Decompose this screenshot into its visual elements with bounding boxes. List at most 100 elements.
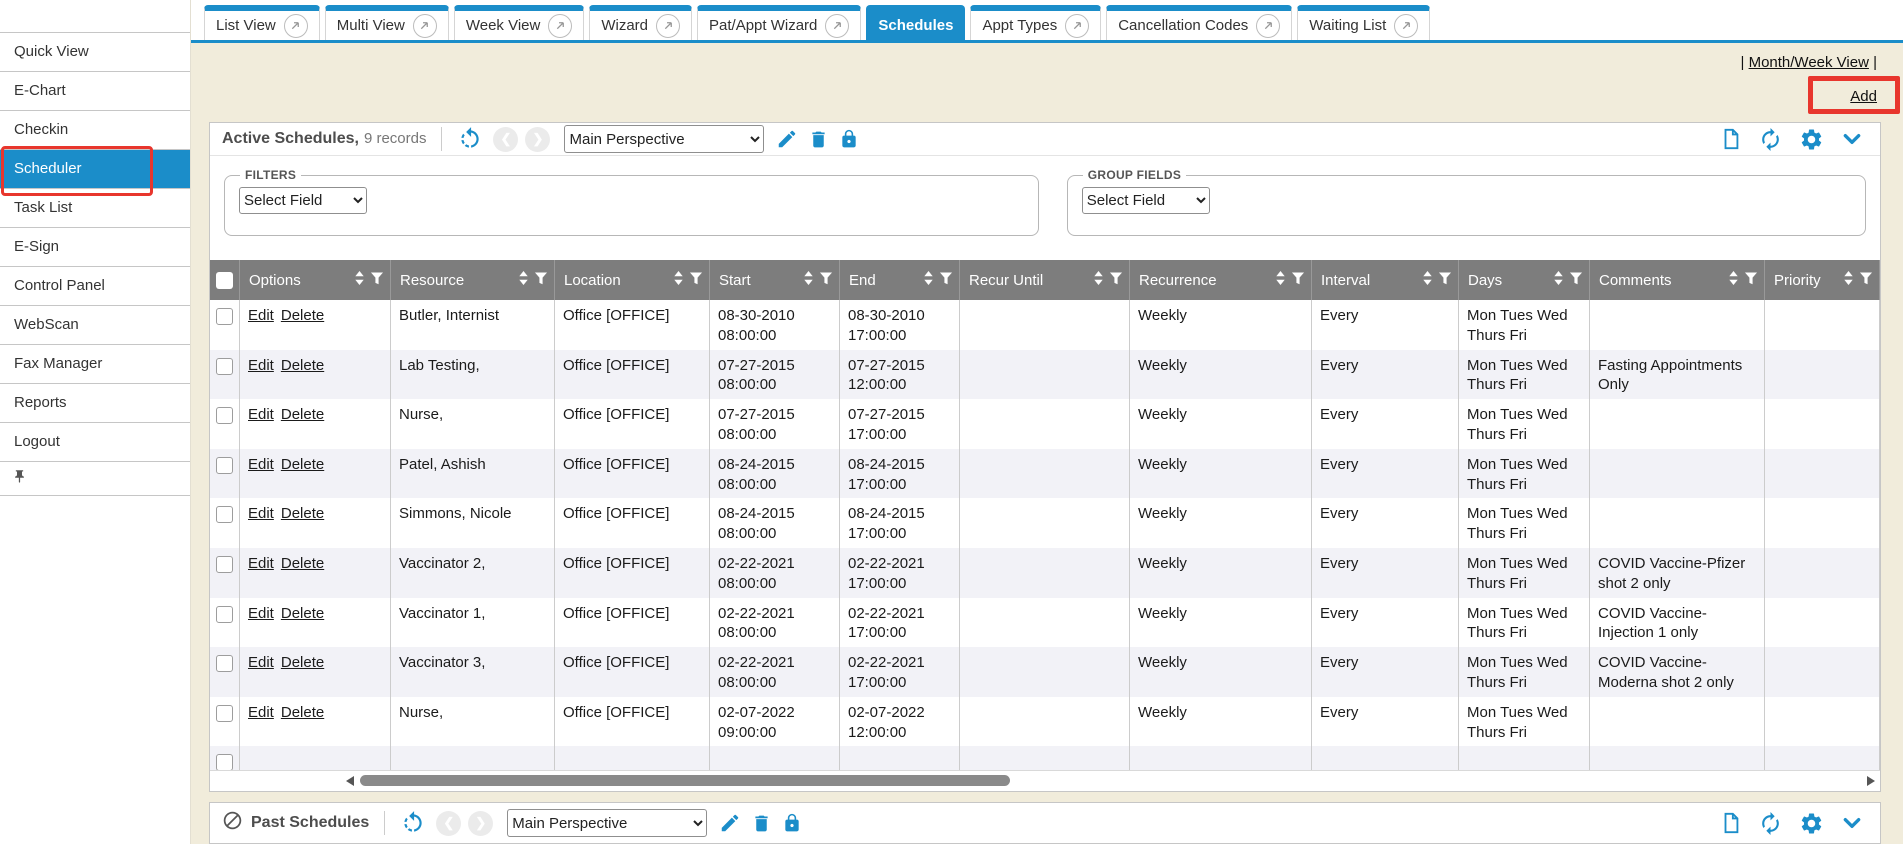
- filter-icon[interactable]: [1438, 272, 1452, 289]
- sidebar-pin-row[interactable]: [0, 462, 190, 496]
- undo-icon[interactable]: [457, 126, 483, 152]
- delete-link[interactable]: Delete: [281, 654, 324, 671]
- popout-icon[interactable]: [1256, 14, 1280, 38]
- sidebar-item-e-sign[interactable]: E-Sign: [0, 228, 190, 267]
- header-cell-days[interactable]: Days: [1459, 260, 1590, 300]
- edit-link[interactable]: Edit: [248, 505, 274, 522]
- edit-pencil-icon[interactable]: [776, 128, 798, 150]
- popout-icon[interactable]: [284, 14, 308, 38]
- row-checkbox[interactable]: [216, 606, 233, 623]
- filter-icon[interactable]: [1744, 272, 1758, 289]
- edit-link[interactable]: Edit: [248, 654, 274, 671]
- scroll-left-arrow-icon[interactable]: [346, 776, 354, 786]
- sort-icon[interactable]: [1422, 271, 1433, 289]
- popout-icon[interactable]: [1394, 14, 1418, 38]
- sidebar-item-e-chart[interactable]: E-Chart: [0, 72, 190, 111]
- header-cell-recurrence[interactable]: Recurrence: [1130, 260, 1312, 300]
- new-page-icon[interactable]: [1720, 811, 1742, 835]
- popout-icon[interactable]: [825, 14, 849, 38]
- header-cell-location[interactable]: Location: [555, 260, 710, 300]
- delete-link[interactable]: Delete: [281, 555, 324, 572]
- filter-icon[interactable]: [1859, 272, 1873, 289]
- sort-icon[interactable]: [518, 271, 529, 289]
- filter-icon[interactable]: [819, 272, 833, 289]
- tab-wizard[interactable]: Wizard: [589, 5, 692, 40]
- sort-icon[interactable]: [673, 271, 684, 289]
- sort-icon[interactable]: [803, 271, 814, 289]
- delete-trash-icon[interactable]: [808, 129, 829, 150]
- row-checkbox[interactable]: [216, 308, 233, 325]
- delete-link[interactable]: Delete: [281, 307, 324, 324]
- edit-link[interactable]: Edit: [248, 555, 274, 572]
- edit-link[interactable]: Edit: [248, 307, 274, 324]
- push-pin-icon[interactable]: [12, 469, 27, 489]
- sort-icon[interactable]: [1275, 271, 1286, 289]
- tab-appt-types[interactable]: Appt Types: [970, 5, 1101, 40]
- delete-link[interactable]: Delete: [281, 357, 324, 374]
- sidebar-item-scheduler[interactable]: Scheduler: [0, 150, 190, 189]
- tab-list-view[interactable]: List View: [204, 5, 320, 40]
- filter-icon[interactable]: [1569, 272, 1583, 289]
- sort-icon[interactable]: [923, 271, 934, 289]
- sort-icon[interactable]: [354, 271, 365, 289]
- collapse-chevron-icon[interactable]: [1840, 129, 1864, 149]
- filter-icon[interactable]: [370, 272, 384, 289]
- delete-link[interactable]: Delete: [281, 406, 324, 423]
- row-checkbox[interactable]: [216, 556, 233, 573]
- popout-icon[interactable]: [413, 14, 437, 38]
- filters-field-select[interactable]: Select Field: [239, 187, 367, 214]
- filter-icon[interactable]: [939, 272, 953, 289]
- refresh-icon[interactable]: [1758, 127, 1783, 152]
- header-cell-resource[interactable]: Resource: [391, 260, 555, 300]
- filter-icon[interactable]: [689, 272, 703, 289]
- tab-multi-view[interactable]: Multi View: [325, 5, 449, 40]
- previous-page-icon[interactable]: ❮: [493, 127, 518, 152]
- sidebar-item-checkin[interactable]: Checkin: [0, 111, 190, 150]
- add-schedule-link[interactable]: Add: [1850, 88, 1877, 105]
- collapse-chevron-icon[interactable]: [1840, 813, 1864, 833]
- edit-link[interactable]: Edit: [248, 605, 274, 622]
- scroll-right-arrow-icon[interactable]: [1867, 776, 1875, 786]
- settings-gear-icon[interactable]: [1799, 127, 1824, 152]
- lock-icon[interactable]: [839, 129, 859, 149]
- next-page-icon[interactable]: ❯: [468, 811, 493, 836]
- month-week-view-link[interactable]: Month/Week View: [1749, 54, 1869, 71]
- edit-link[interactable]: Edit: [248, 357, 274, 374]
- lock-icon[interactable]: [782, 813, 802, 833]
- sidebar-item-control-panel[interactable]: Control Panel: [0, 267, 190, 306]
- header-cell-end[interactable]: End: [840, 260, 960, 300]
- new-page-icon[interactable]: [1720, 127, 1742, 151]
- delete-link[interactable]: Delete: [281, 605, 324, 622]
- sidebar-item-fax-manager[interactable]: Fax Manager: [0, 345, 190, 384]
- row-checkbox[interactable]: [216, 705, 233, 722]
- refresh-icon[interactable]: [1758, 811, 1783, 836]
- row-checkbox[interactable]: [216, 457, 233, 474]
- tab-schedules[interactable]: Schedules: [866, 5, 965, 40]
- tab-waiting-list[interactable]: Waiting List: [1297, 5, 1430, 40]
- popout-icon[interactable]: [1065, 14, 1089, 38]
- sort-icon[interactable]: [1553, 271, 1564, 289]
- row-checkbox[interactable]: [216, 655, 233, 672]
- sort-icon[interactable]: [1093, 271, 1104, 289]
- edit-link[interactable]: Edit: [248, 456, 274, 473]
- sidebar-item-task-list[interactable]: Task List: [0, 189, 190, 228]
- header-cell-start[interactable]: Start: [710, 260, 840, 300]
- popout-icon[interactable]: [548, 14, 572, 38]
- sidebar-item-quick-view[interactable]: Quick View: [0, 33, 190, 72]
- delete-link[interactable]: Delete: [281, 704, 324, 721]
- sort-icon[interactable]: [1843, 271, 1854, 289]
- header-cell-recur-until[interactable]: Recur Until: [960, 260, 1130, 300]
- edit-link[interactable]: Edit: [248, 704, 274, 721]
- header-cell-priority[interactable]: Priority: [1765, 260, 1880, 300]
- undo-icon[interactable]: [400, 810, 426, 836]
- sidebar-item-logout[interactable]: Logout: [0, 423, 190, 462]
- previous-page-icon[interactable]: ❮: [436, 811, 461, 836]
- popout-icon[interactable]: [656, 14, 680, 38]
- sidebar-item-reports[interactable]: Reports: [0, 384, 190, 423]
- header-cell-options[interactable]: Options: [240, 260, 391, 300]
- row-checkbox[interactable]: [216, 358, 233, 375]
- row-checkbox[interactable]: [216, 506, 233, 523]
- perspective-select[interactable]: Main Perspective: [564, 125, 764, 153]
- delete-trash-icon[interactable]: [751, 813, 772, 834]
- header-cell-comments[interactable]: Comments: [1590, 260, 1765, 300]
